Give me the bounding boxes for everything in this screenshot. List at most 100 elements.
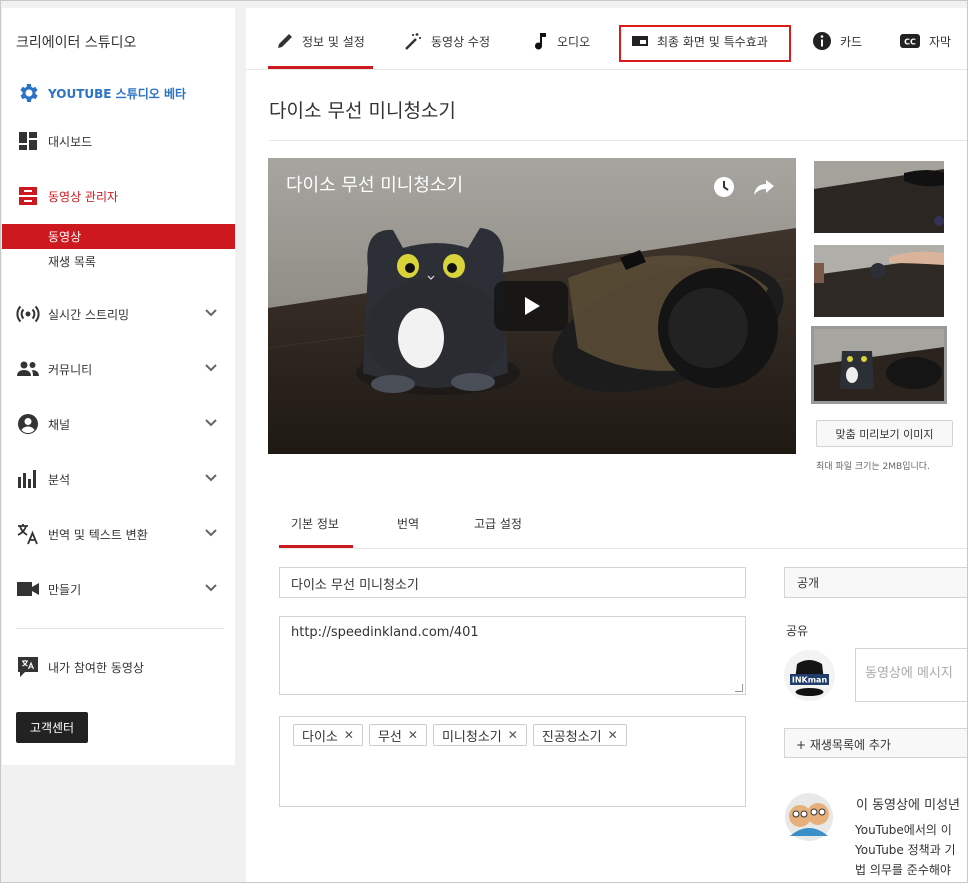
resize-handle[interactable] [735,684,743,692]
sidebar-item-label: 커뮤니티 [48,362,93,377]
sidebar-subitem-videos[interactable]: 동영상 [2,224,235,249]
remove-tag-icon[interactable]: ✕ [608,728,618,742]
bar-chart-icon [16,467,40,491]
tab-cards[interactable]: 카드 [812,24,862,58]
help-center-button[interactable]: 고객센터 [16,712,88,743]
tab-audio[interactable]: 오디오 [533,24,590,58]
share-arrow-icon[interactable] [752,175,776,199]
chevron-down-icon[interactable] [204,416,218,430]
tab-video-editor[interactable]: 동영상 수정 [403,24,490,58]
video-camera-icon [16,577,40,601]
sidebar-item-video-manager[interactable]: 동영상 관리자 [16,181,226,211]
privacy-dropdown[interactable]: 공개 [784,567,967,598]
subtab-advanced-settings[interactable]: 고급 설정 [474,498,522,548]
player-title: 다이소 무선 미니청소기 [286,175,464,196]
sidebar-item-label: 내가 참여한 동영상 [48,660,144,675]
thumbnail-option-1[interactable] [814,161,944,233]
tag-label: 다이소 [302,729,338,745]
remove-tag-icon[interactable]: ✕ [344,728,354,742]
people-icon [16,357,40,381]
chevron-down-icon[interactable] [204,581,218,595]
remove-tag-icon[interactable]: ✕ [408,728,418,742]
tag-chip: 진공청소기 ✕ [532,724,627,746]
sidebar-item-community[interactable]: 커뮤니티 [16,354,226,384]
tab-label: 오디오 [557,34,591,49]
svg-text:CC: CC [904,38,916,47]
play-icon [525,297,540,315]
sidebar-item-label: 실시간 스트리밍 [48,307,130,322]
thumbnail-option-2[interactable] [814,245,944,317]
sidebar-divider [16,628,224,629]
subtab-translation[interactable]: 번역 [397,498,419,548]
tab-label: 동영상 수정 [431,34,491,49]
pencil-icon [278,34,292,48]
inkman-logo-icon: INKman [784,650,835,701]
tab-label: 카드 [840,34,863,49]
music-note-icon [535,33,546,50]
sidebar-item-live-streaming[interactable]: 실시간 스트리밍 [16,299,226,329]
sidebar-item-label: 동영상 관리자 [48,189,119,204]
sidebar-item-dashboard[interactable]: 대시보드 [16,126,226,156]
tag-label: 진공청소기 [541,729,602,745]
chevron-down-icon[interactable] [204,526,218,540]
thumbnail-option-3-selected[interactable] [811,326,947,404]
chevron-down-icon[interactable] [204,471,218,485]
sidebar-item-channel[interactable]: 채널 [16,409,226,439]
tags-input[interactable]: 다이소 ✕ 무선 ✕ 미니청소기 ✕ 진공청소기 ✕ [279,716,746,807]
play-button[interactable] [494,281,568,331]
sidebar-item-contributed-videos[interactable]: 내가 참여한 동영상 [16,652,226,682]
video-player[interactable]: 다이소 무선 미니청소기 [268,158,796,454]
svg-text:INKman: INKman [792,676,828,685]
sidebar-item-label: 대시보드 [48,134,93,149]
editor-tabs: 정보 및 설정 동영상 수정 오디오 최종 화면 및 특수효과 카드 CC 자막 [246,8,967,70]
share-label: 공유 [786,624,809,638]
monetization-line: YouTube 정책과 기 [855,843,956,857]
subtab-basic-info[interactable]: 기본 정보 [279,498,353,548]
contributed-icon [16,655,40,679]
studio-label: YOUTUBE 스튜디오 베타 [48,86,187,101]
thumbnail-image [814,245,944,317]
youtube-studio-beta-link[interactable]: YOUTUBE 스튜디오 베타 [16,76,186,110]
monetization-title: 이 동영상에 미성년 [856,798,960,813]
share-message-input[interactable]: 동영상에 메시지 [855,648,967,702]
sidebar-title: 크리에이터 스튜디오 [16,35,137,51]
tab-label: 자막 [929,34,952,49]
dashboard-icon [16,129,40,153]
add-to-playlist-button[interactable]: + 재생목록에 추가 [784,728,967,758]
title-input[interactable]: 다이소 무선 미니청소기 [279,567,746,598]
sidebar: 크리에이터 스튜디오 YOUTUBE 스튜디오 베타 대시보드 동영상 관리자 … [2,8,235,765]
max-file-size-note: 최대 파일 크기는 2MB입니다. [816,462,930,472]
tag-label: 미니청소기 [441,729,502,745]
gear-icon [20,84,38,102]
sidebar-subitem-playlists[interactable]: 재생 목록 [2,249,235,274]
chevron-down-icon[interactable] [204,361,218,375]
sidebar-item-label: 번역 및 텍스트 변환 [48,527,148,542]
end-screen-tab-highlight [619,25,791,62]
monetization-line: YouTube에서의 이 [855,823,952,837]
tag-chip: 미니청소기 ✕ [432,724,527,746]
custom-thumbnail-button[interactable]: 맞춤 미리보기 이미지 [816,420,953,447]
video-title-heading: 다이소 무선 미니청소기 [269,100,456,122]
main-panel: 정보 및 설정 동영상 수정 오디오 최종 화면 및 특수효과 카드 CC 자막… [246,8,967,882]
monetization-avatar-icon [785,793,833,841]
cc-icon: CC [900,34,920,48]
video-manager-icon [16,184,40,208]
tag-label: 무선 [377,729,402,745]
thumbnail-image [814,161,944,233]
translate-icon [16,522,40,546]
account-circle-icon [16,412,40,436]
description-textarea[interactable]: http://speedinkland.com/401 [279,616,746,695]
sidebar-item-label: 분석 [48,472,71,487]
sidebar-item-create[interactable]: 만들기 [16,574,226,604]
tag-chip: 무선 ✕ [368,724,427,746]
detail-subtabs: 기본 정보 번역 고급 설정 [279,498,967,549]
watch-later-icon[interactable] [712,175,736,199]
monetization-line: 법 의무를 준수해야 [855,863,951,877]
tab-info-settings[interactable]: 정보 및 설정 [268,24,373,69]
sidebar-item-translations[interactable]: 번역 및 텍스트 변환 [16,519,226,549]
chevron-down-icon[interactable] [204,306,218,320]
remove-tag-icon[interactable]: ✕ [508,728,518,742]
tag-chip: 다이소 ✕ [293,724,363,746]
sidebar-item-analytics[interactable]: 분석 [16,464,226,494]
tab-subtitles[interactable]: CC 자막 [899,24,951,58]
